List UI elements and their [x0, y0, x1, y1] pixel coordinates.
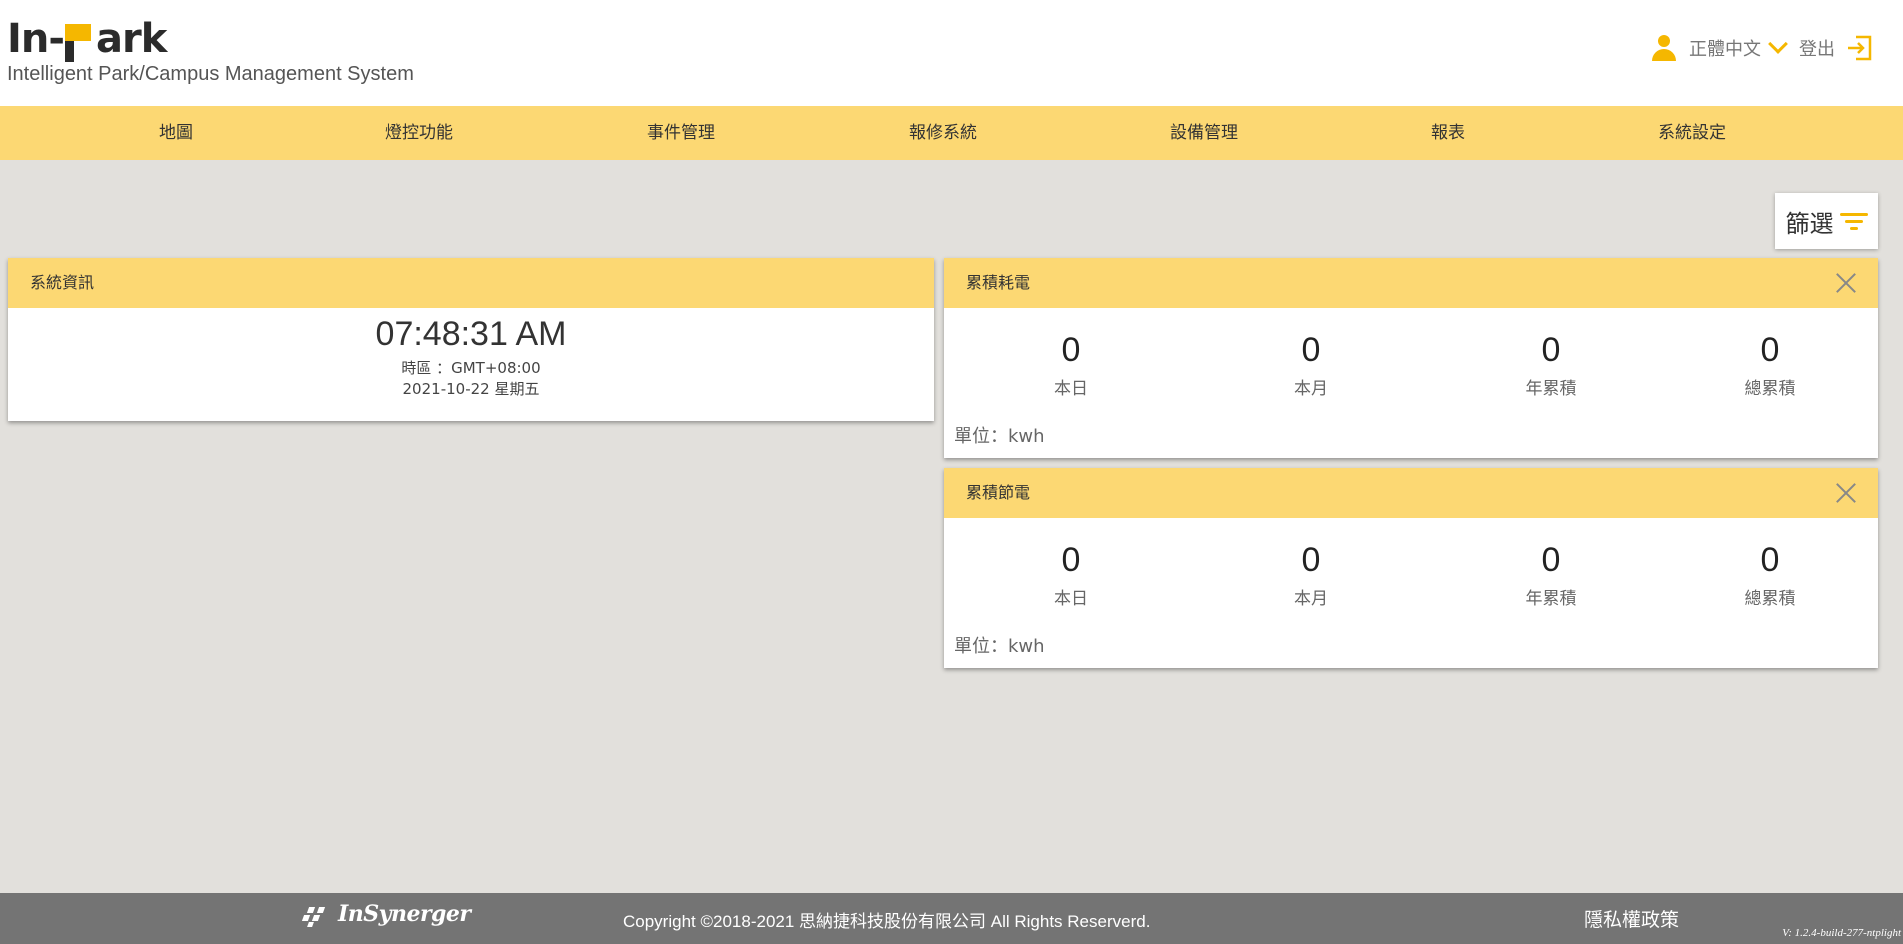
stat-value: 0: [1541, 541, 1561, 579]
stat-year: 0 年累積: [1526, 330, 1577, 399]
stat-value: 0: [1301, 541, 1321, 579]
stat-today: 0 本日: [1054, 330, 1088, 399]
stat-year: 0 年累積: [1526, 540, 1577, 609]
stat-today: 0 本日: [1054, 540, 1088, 609]
stat-total: 0 總累積: [1745, 330, 1796, 399]
stat-value: 0: [1760, 541, 1780, 579]
stat-label: 年累積: [1525, 379, 1577, 399]
power-saving-card: 累積節電 0 本日 0 本月 0 年累積 0 總累積 單位：kwh: [944, 468, 1878, 668]
nav-item-repair-system[interactable]: 報修系統: [909, 106, 977, 160]
chevron-down-icon[interactable]: [1768, 34, 1788, 54]
stats-row: 0 本日 0 本月 0 年累積 0 總累積: [944, 518, 1878, 618]
logout-link[interactable]: 登出: [1799, 35, 1835, 61]
nav-item-reports[interactable]: 報表: [1431, 106, 1465, 160]
stat-total: 0 總累積: [1745, 540, 1796, 609]
brand-checker-icon: [301, 903, 336, 927]
current-date: 2021-10-22 星期五: [402, 380, 540, 398]
stat-label: 本月: [1294, 589, 1328, 609]
close-icon[interactable]: [1836, 273, 1856, 293]
user-icon[interactable]: [1651, 35, 1677, 61]
current-time: 07:48:31 AM: [375, 315, 567, 353]
stat-label: 本日: [1054, 379, 1088, 399]
header: In- ark Intelligent Park/Campus Manageme…: [0, 0, 1903, 106]
stat-month: 0 本月: [1294, 330, 1328, 399]
filter-icon: [1839, 211, 1868, 231]
logo-p-mark: [64, 24, 95, 62]
filter-button[interactable]: 篩選: [1775, 193, 1878, 249]
nav-item-lighting-control[interactable]: 燈控功能: [385, 106, 453, 160]
privacy-policy-link[interactable]: 隱私權政策: [1584, 905, 1679, 932]
stat-value: 0: [1541, 331, 1561, 369]
version-label: V: 1.2.4-build-277-ntplight: [1782, 927, 1901, 939]
system-info-card: 系統資訊 07:48:31 AM 時區 ：GMT+08:00 2021-10-2…: [8, 258, 934, 421]
nav-item-map[interactable]: 地圖: [159, 106, 193, 160]
footer-brand-logo: InSynerger: [301, 901, 471, 927]
timezone: 時區 ：GMT+08:00: [401, 359, 541, 377]
logo-subtitle: Intelligent Park/Campus Management Syste…: [7, 63, 414, 85]
stat-value: 0: [1061, 541, 1081, 579]
system-info-body: 07:48:31 AM 時區 ：GMT+08:00 2021-10-22 星期五: [8, 314, 934, 400]
stat-value: 0: [1061, 331, 1081, 369]
logo-wordmark: In- ark: [7, 16, 414, 62]
stat-label: 年累積: [1525, 589, 1577, 609]
card-header: 累積節電: [944, 468, 1878, 518]
card-title: 系統資訊: [30, 273, 95, 292]
logout-icon[interactable]: [1845, 34, 1873, 62]
footer: InSynerger Copyright ©2018-2021 思納捷科技股份有…: [0, 893, 1903, 944]
logo-text-left: In-: [7, 16, 65, 62]
stat-value: 0: [1301, 331, 1321, 369]
copyright-text: Copyright ©2018-2021 思納捷科技股份有限公司 All Rig…: [623, 912, 1151, 931]
stats-row: 0 本日 0 本月 0 年累積 0 總累積: [944, 308, 1878, 408]
power-consumption-card: 累積耗電 0 本日 0 本月 0 年累積 0 總累積 單位：kwh: [944, 258, 1878, 458]
nav-item-system-settings[interactable]: 系統設定: [1658, 106, 1726, 160]
unit-label: 單位：kwh: [954, 426, 1045, 447]
main-nav: 地圖 燈控功能 事件管理 報修系統 設備管理 報表 系統設定: [0, 106, 1903, 160]
logo-text-right: ark: [95, 16, 167, 62]
brand-name: InSynerger: [338, 901, 471, 927]
card-header: 累積耗電: [944, 258, 1878, 308]
card-header: 系統資訊: [8, 258, 934, 308]
stat-month: 0 本月: [1294, 540, 1328, 609]
app-logo[interactable]: In- ark Intelligent Park/Campus Manageme…: [7, 16, 414, 86]
stat-label: 總累積: [1744, 379, 1796, 399]
stat-label: 本日: [1054, 589, 1088, 609]
language-selector[interactable]: 正體中文: [1689, 35, 1761, 61]
user-area: 正體中文 登出: [1651, 34, 1873, 62]
stat-value: 0: [1760, 331, 1780, 369]
card-title: 累積耗電: [966, 273, 1031, 292]
stat-label: 本月: [1294, 379, 1328, 399]
filter-label: 篩選: [1785, 209, 1834, 238]
unit-label: 單位：kwh: [954, 636, 1045, 657]
close-icon[interactable]: [1836, 483, 1856, 503]
card-title: 累積節電: [966, 483, 1031, 502]
stat-label: 總累積: [1744, 589, 1796, 609]
nav-item-event-management[interactable]: 事件管理: [647, 106, 715, 160]
nav-item-device-management[interactable]: 設備管理: [1170, 106, 1238, 160]
